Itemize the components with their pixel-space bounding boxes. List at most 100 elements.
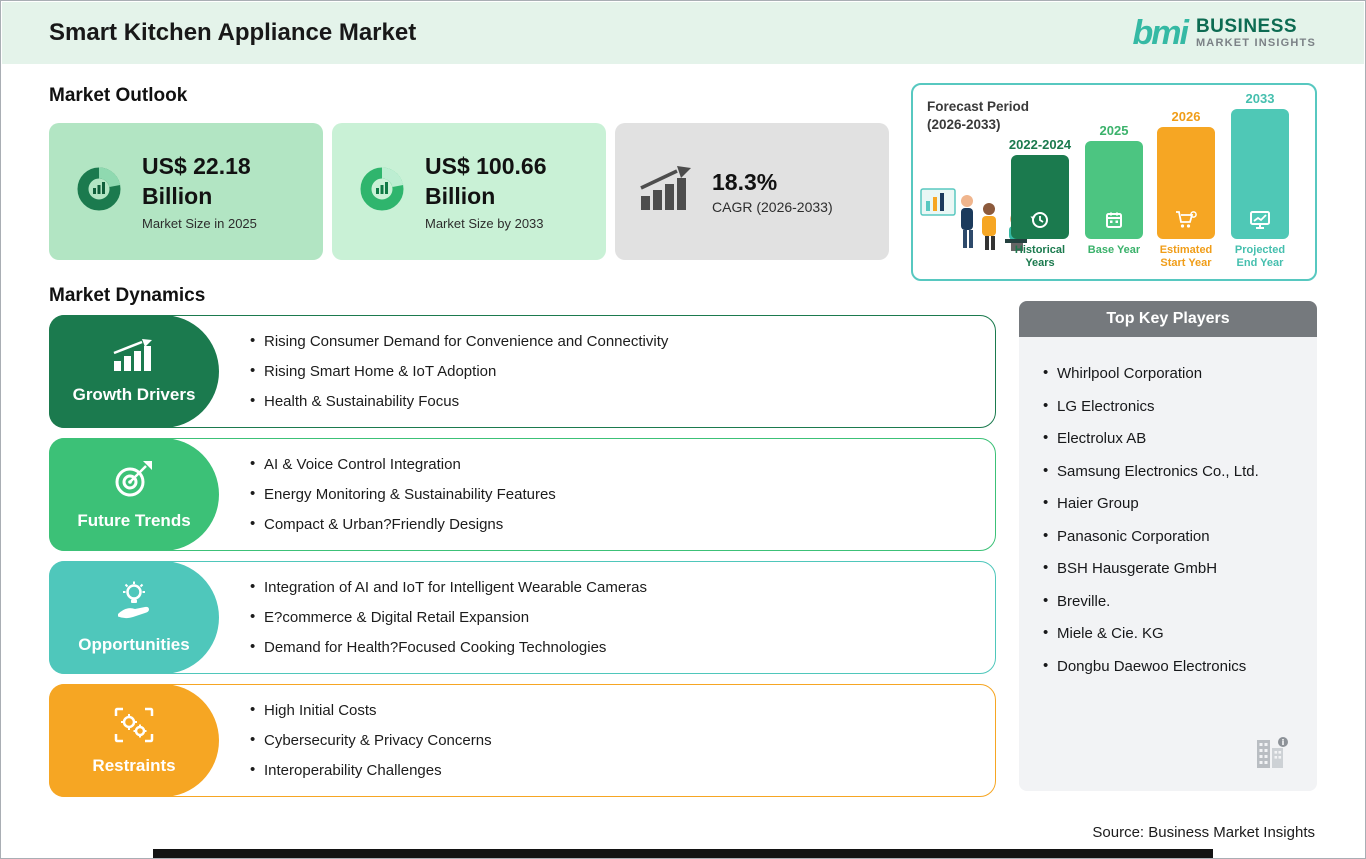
opportunities-bullets: Integration of AI and IoT for Intelligen… (250, 562, 647, 673)
market-size-2025-card: US$ 22.18 Billion Market Size in 2025 (49, 123, 323, 260)
bullet-item: Interoperability Challenges (250, 761, 492, 779)
key-player-item: Samsung Electronics Co., Ltd. (1043, 462, 1293, 480)
market-size-2025-label: Market Size in 2025 (142, 215, 257, 231)
svg-text:i: i (1282, 738, 1285, 747)
cagr-label: CAGR (2026-2033) (712, 199, 833, 216)
history-icon (1030, 212, 1048, 228)
calendar-icon (1106, 212, 1122, 228)
cagr-card: 18.3% CAGR (2026-2033) (615, 123, 889, 260)
base-bar (1085, 141, 1143, 239)
bmi-logo: bmi BUSINESS MARKET INSIGHTS (1132, 16, 1316, 50)
market-outlook-heading: Market Outlook (49, 85, 188, 106)
forecast-bar-base: 2025 Base Year (1081, 123, 1147, 271)
market-size-2025-value: US$ 22.18 Billion (142, 153, 251, 209)
estimated-label: Estimated Start Year (1159, 244, 1213, 270)
key-player-item: Breville. (1043, 592, 1293, 610)
key-player-item: BSH Hausgerate GmbH (1043, 559, 1293, 577)
key-player-item: Dongbu Daewoo Electronics (1043, 657, 1293, 675)
infographic-page: Smart Kitchen Appliance Market bmi BUSIN… (0, 0, 1366, 859)
market-dynamics-heading: Market Dynamics (49, 285, 206, 306)
opportunities-row: Opportunities Integration of AI and IoT … (49, 561, 996, 674)
page-title: Smart Kitchen Appliance Market (49, 19, 417, 46)
forecast-title: Forecast Period (2026-2033) (927, 98, 1042, 134)
header-bar: Smart Kitchen Appliance Market bmi BUSIN… (2, 2, 1364, 64)
opportunities-label: Opportunities (78, 634, 190, 654)
growth-bar-chart-icon (639, 166, 695, 217)
cagr-value: 18.3% (712, 168, 778, 195)
historical-label: Historical Years (1014, 244, 1066, 270)
restraints-bullets: High Initial Costs Cybersecurity & Priva… (250, 685, 492, 796)
card-text: 18.3% CAGR (2026-2033) (712, 168, 833, 216)
forecast-bar-estimated: 2026 Estimated Start Year (1153, 109, 1219, 271)
bmi-logo-text: BUSINESS MARKET INSIGHTS (1195, 15, 1316, 50)
market-size-2033-label: Market Size by 2033 (425, 215, 544, 231)
growth-drivers-label: Growth Drivers (72, 384, 196, 404)
bmi-logo-mark: bmi (1132, 14, 1188, 52)
growth-drivers-bullets: Rising Consumer Demand for Convenience a… (250, 316, 668, 427)
top-key-players-heading: Top Key Players (1019, 301, 1317, 337)
logo-line2: MARKET INSIGHTS (1195, 37, 1316, 50)
bullet-item: Integration of AI and IoT for Intelligen… (250, 578, 647, 596)
bullet-item: Rising Smart Home & IoT Adoption (250, 362, 668, 380)
base-label: Base Year (1087, 244, 1141, 256)
historical-years-value: 2022-2024 (1008, 137, 1072, 152)
forecast-period-box: Forecast Period (2026-2033) 2022-2024 Hi… (911, 83, 1317, 281)
restraints-pill: Restraints (49, 684, 219, 797)
forecast-title-line1: Forecast Period (927, 99, 1030, 114)
source-credit: Source: Business Market Insights (1092, 824, 1315, 841)
bar-chart-icon (112, 338, 156, 378)
forecast-bar-historical: 2022-2024 Historical Years (1007, 137, 1073, 271)
market-size-2033-value: US$ 100.66 Billion (425, 153, 547, 209)
key-player-item: Haier Group (1043, 494, 1293, 512)
key-players-list: Whirlpool Corporation LG Electronics Ele… (1043, 364, 1293, 675)
bullet-item: AI & Voice Control Integration (250, 455, 556, 473)
target-icon (113, 459, 155, 504)
market-dynamics-rows: Growth Drivers Rising Consumer Demand fo… (49, 315, 996, 797)
bullet-item: E?commerce & Digital Retail Expansion (250, 608, 647, 626)
base-year-value: 2025 (1099, 123, 1129, 138)
logo-line1: BUSINESS (1195, 15, 1298, 37)
historical-bar (1011, 155, 1069, 239)
projected-year-value: 2033 (1245, 91, 1275, 106)
future-trends-pill: Future Trends (49, 438, 219, 551)
projected-bar (1231, 109, 1289, 239)
gears-icon (113, 706, 155, 749)
cart-icon (1176, 211, 1197, 228)
opportunities-pill: Opportunities (49, 561, 219, 674)
building-icon: i (1247, 728, 1293, 779)
future-trends-label: Future Trends (77, 510, 191, 530)
bullet-item: Demand for Health?Focused Cooking Techno… (250, 638, 647, 656)
key-player-item: LG Electronics (1043, 397, 1293, 415)
restraints-label: Restraints (92, 755, 176, 775)
bullet-item: Compact & Urban?Friendly Designs (250, 515, 556, 533)
growth-drivers-row: Growth Drivers Rising Consumer Demand fo… (49, 315, 996, 428)
top-key-players-body: Whirlpool Corporation LG Electronics Ele… (1019, 337, 1317, 791)
bottom-edge-bar (153, 849, 1213, 858)
key-player-item: Electrolux AB (1043, 429, 1293, 447)
growth-drivers-pill: Growth Drivers (49, 315, 219, 428)
bullet-item: Rising Consumer Demand for Convenience a… (250, 332, 668, 350)
key-player-item: Whirlpool Corporation (1043, 364, 1293, 382)
card-text: US$ 22.18 Billion Market Size in 2025 (142, 152, 292, 231)
donut-chart-icon (356, 163, 408, 220)
top-key-players-panel: Top Key Players Whirlpool Corporation LG… (1019, 301, 1317, 791)
bullet-item: Cybersecurity & Privacy Concerns (250, 731, 492, 749)
future-trends-row: Future Trends AI & Voice Control Integra… (49, 438, 996, 551)
key-player-item: Miele & Cie. KG (1043, 624, 1293, 642)
bullet-item: Health & Sustainability Focus (250, 392, 668, 410)
future-trends-bullets: AI & Voice Control Integration Energy Mo… (250, 439, 556, 550)
key-player-item: Panasonic Corporation (1043, 527, 1293, 545)
market-size-2033-card: US$ 100.66 Billion Market Size by 2033 (332, 123, 606, 260)
forecast-bar-projected: 2033 Projected End Year (1227, 91, 1293, 271)
donut-chart-icon (73, 163, 125, 220)
estimated-year-value: 2026 (1171, 109, 1201, 124)
bullet-item: Energy Monitoring & Sustainability Featu… (250, 485, 556, 503)
idea-hand-icon (113, 581, 155, 628)
forecast-title-line2: (2026-2033) (927, 117, 1001, 133)
outlook-cards: US$ 22.18 Billion Market Size in 2025 US… (49, 123, 889, 260)
monitor-icon (1250, 211, 1270, 229)
bullet-item: High Initial Costs (250, 701, 492, 719)
estimated-bar (1157, 127, 1215, 239)
projected-label: Projected End Year (1234, 244, 1286, 270)
card-text: US$ 100.66 Billion Market Size by 2033 (425, 152, 575, 231)
